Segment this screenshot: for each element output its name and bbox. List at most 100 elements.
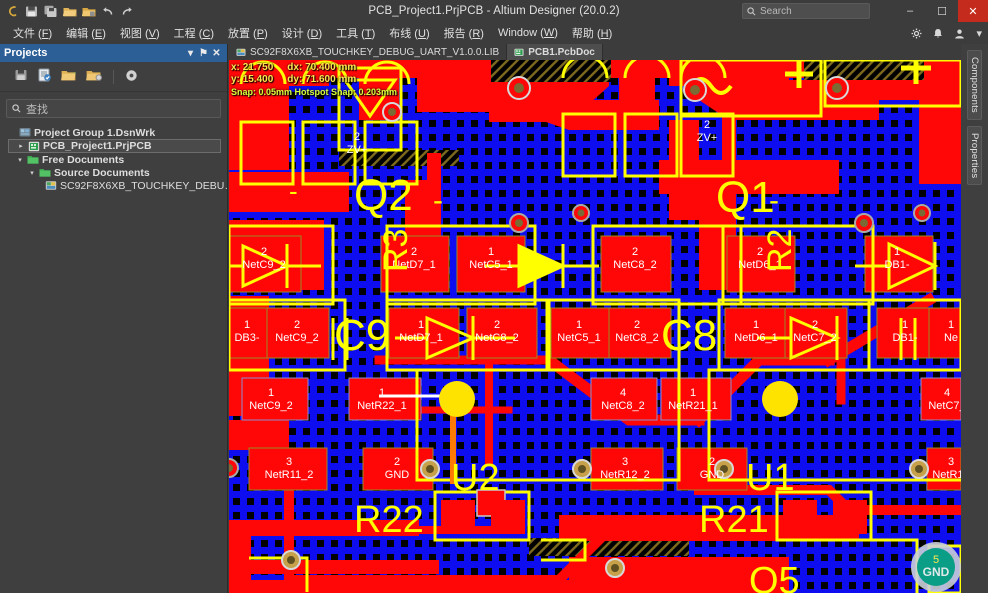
workspace-icon xyxy=(19,127,31,138)
svg-text:1: 1 xyxy=(690,387,696,399)
menu-label: Window xyxy=(497,27,538,39)
altium-designer-window: PCB_Project1.PrjPCB - Altium Designer (2… xyxy=(0,0,988,593)
menu-item-window[interactable]: Window (W) xyxy=(491,24,565,42)
panel-dropdown-button[interactable]: ▾ xyxy=(184,48,197,59)
altium-logo-icon[interactable] xyxy=(5,4,20,19)
svg-text:2: 2 xyxy=(709,456,715,468)
tree-item-free-documents[interactable]: ▾ Free Documents xyxy=(8,153,221,166)
open-icon[interactable] xyxy=(62,4,77,19)
search-placeholder: Search xyxy=(760,5,792,17)
close-button[interactable]: ✕ xyxy=(958,0,988,22)
svg-text:1: 1 xyxy=(418,319,424,331)
search-icon xyxy=(747,6,756,15)
save-project-icon[interactable] xyxy=(14,68,28,85)
tree-item-source-documents[interactable]: ▾ Source Documents xyxy=(8,166,221,179)
menu-label: 编辑 xyxy=(66,28,89,40)
menu-item-project[interactable]: 工程 (C) xyxy=(167,22,221,44)
right-panel-tab-strip: Components Properties xyxy=(961,44,988,593)
svg-text:1: 1 xyxy=(268,387,274,399)
svg-text:-: - xyxy=(769,184,779,217)
panel-close-button[interactable]: ✕ xyxy=(210,48,223,59)
search-input[interactable]: Search xyxy=(742,3,870,19)
svg-text:NetR22_1: NetR22_1 xyxy=(357,400,407,412)
svg-text:NetD7_1: NetD7_1 xyxy=(399,332,442,344)
save-icon[interactable] xyxy=(24,4,39,19)
svg-text:1: 1 xyxy=(576,319,582,331)
menu-overflow-icon[interactable]: ▾ xyxy=(976,27,982,40)
menu-accel: H xyxy=(600,28,609,40)
svg-text:2: 2 xyxy=(261,246,267,258)
tree-arrow[interactable]: ▾ xyxy=(28,169,36,177)
svg-text:NetC9_2: NetC9_2 xyxy=(249,400,292,412)
tree-item-project-group[interactable]: Project Group 1.DsnWrk xyxy=(8,126,221,139)
pcb-canvas[interactable]: 2 NetC9_2 2 NetD7_1 1 NetC5_1 2 NetC8_2 2 Net… xyxy=(229,60,961,593)
tab-pcb-document[interactable]: PCB1.PcbDoc xyxy=(507,44,603,60)
settings-gear-icon[interactable] xyxy=(911,28,922,39)
tree-item-label: Project Group 1.DsnWrk xyxy=(34,126,156,139)
svg-text:ZV+: ZV+ xyxy=(347,144,367,156)
menu-label: 布线 xyxy=(389,28,412,40)
tree-item-pcb-project[interactable]: ▸ PCB_Project1.PrjPCB xyxy=(8,139,221,153)
svg-text:DB1-: DB1- xyxy=(892,332,917,344)
svg-text:NetC8_2: NetC8_2 xyxy=(615,332,658,344)
svg-text:1: 1 xyxy=(902,319,908,331)
menu-item-help[interactable]: 帮助 (H) xyxy=(565,22,619,44)
svg-text:R22: R22 xyxy=(354,499,424,541)
menu-item-edit[interactable]: 编辑 (E) xyxy=(59,22,113,44)
pcb-artwork[interactable]: 2NetC9_2 2NetD7_1 1NetC5_1 2NetC8_2 2Net… xyxy=(229,60,961,593)
minimize-button[interactable]: – xyxy=(894,0,926,22)
menu-item-design[interactable]: 设计 (D) xyxy=(275,22,329,44)
new-document-icon[interactable] xyxy=(86,68,103,85)
components-panel-tab[interactable]: Components xyxy=(967,50,982,120)
tab-schlib-document[interactable]: SC92F8X6XB_TOUCHKEY_DEBUG_UART_V1.0.0.LI… xyxy=(229,44,508,60)
svg-text:2: 2 xyxy=(394,456,400,468)
menu-bar: 文件 (F) 编辑 (E) 视图 (V) 工程 (C) 放置 (P) 设计 (D… xyxy=(0,22,988,44)
project-search-input[interactable]: 查找 xyxy=(6,99,221,118)
tree-arrow[interactable]: ▸ xyxy=(17,142,25,150)
menu-accel: D xyxy=(310,28,319,40)
menu-item-view[interactable]: 视图 (V) xyxy=(113,22,167,44)
open-project-icon[interactable] xyxy=(81,4,96,19)
svg-text:NetC9_2: NetC9_2 xyxy=(242,259,285,271)
menu-label: 工程 xyxy=(173,28,196,40)
svg-text:3: 3 xyxy=(622,456,628,468)
selected-pad-u1 xyxy=(762,381,798,417)
menu-accel: T xyxy=(364,28,372,40)
svg-text:4: 4 xyxy=(620,387,626,399)
svg-text:-: - xyxy=(289,176,298,206)
tree-item-label: PCB_Project1.PrjPCB xyxy=(43,140,152,152)
projects-tree: Project Group 1.DsnWrk ▸ PCB_Project1.Pr… xyxy=(6,126,235,192)
menu-item-file[interactable]: 文件 (F) xyxy=(6,22,59,44)
properties-panel-tab[interactable]: Properties xyxy=(967,125,982,186)
add-existing-doc-icon[interactable] xyxy=(61,68,77,85)
svg-text:2: 2 xyxy=(704,119,710,131)
menu-item-route[interactable]: 布线 (U) xyxy=(382,22,436,44)
selected-pad-u2 xyxy=(439,381,475,417)
compile-project-icon[interactable] xyxy=(37,68,52,85)
menu-item-tools[interactable]: 工具 (T) xyxy=(329,22,382,44)
notifications-bell-icon[interactable] xyxy=(933,28,943,39)
tree-item-library-document[interactable]: SC92F8X6XB_TOUCHKEY_DEBU… xyxy=(8,179,235,192)
user-account-icon[interactable] xyxy=(954,28,965,39)
tab-label: PCB1.PcbDoc xyxy=(528,46,595,58)
redo-icon[interactable] xyxy=(119,4,134,19)
maximize-button[interactable]: ☐ xyxy=(926,0,958,22)
svg-text:2: 2 xyxy=(354,131,360,143)
panel-pin-button[interactable]: ⚑ xyxy=(197,48,210,59)
undo-icon[interactable] xyxy=(100,4,115,19)
svg-text:1: 1 xyxy=(488,246,494,258)
save-all-icon[interactable] xyxy=(43,4,58,19)
svg-text:2: 2 xyxy=(634,319,640,331)
schlib-icon xyxy=(236,48,246,57)
via xyxy=(507,76,531,100)
tree-item-label: Source Documents xyxy=(54,166,150,179)
svg-text:C9: C9 xyxy=(334,311,390,360)
svg-text:NetD6_1: NetD6_1 xyxy=(734,332,777,344)
menu-item-reports[interactable]: 报告 (R) xyxy=(437,22,491,44)
menu-item-place[interactable]: 放置 (P) xyxy=(221,22,275,44)
svg-text:Q1: Q1 xyxy=(716,173,775,222)
tree-arrow[interactable]: ▾ xyxy=(16,156,24,164)
svg-text:NetC5_1: NetC5_1 xyxy=(557,332,600,344)
project-options-icon[interactable] xyxy=(125,69,138,85)
projects-panel: Projects ▾ ⚑ ✕ 查找 Project Group 1.DsnWrk… xyxy=(0,44,235,593)
